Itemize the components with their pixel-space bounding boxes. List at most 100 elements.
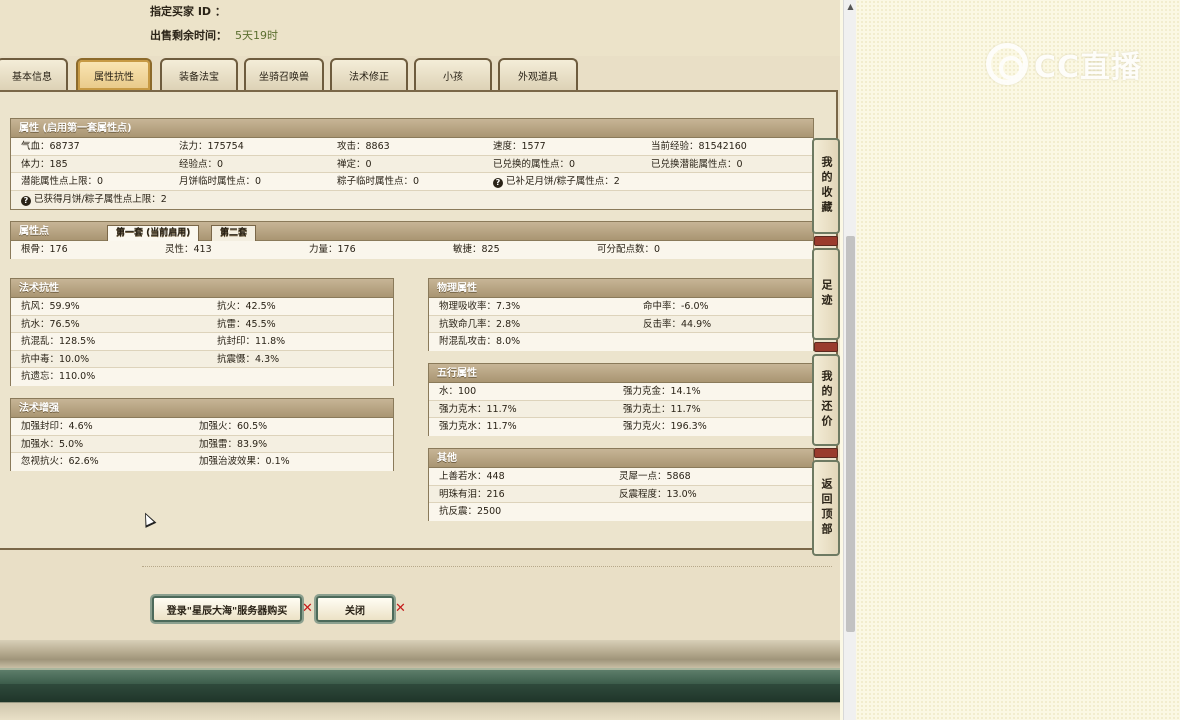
point-spirit: 灵性：413: [165, 244, 212, 255]
side-btn-footprints[interactable]: 足迹: [812, 248, 840, 340]
resist-value: 抗混乱：128.5%: [21, 336, 96, 347]
element-value: 水：100: [439, 386, 477, 397]
buyer-id-row: 指定买家 ID ：: [150, 3, 226, 19]
side-btn-label: 我的还价: [820, 370, 833, 430]
physical-value: 抗致命几率：2.8%: [439, 318, 521, 330]
boost-row: 忽视抗火：62.6% 加强治波效果：0.1%: [11, 453, 393, 471]
side-separator: [814, 342, 838, 352]
resist-row: 抗遗忘：110.0%: [11, 368, 393, 386]
tab-bar: 基本信息 属性抗性 装备法宝 坐骑召唤兽 法术修正 小孩 外观道具: [0, 58, 840, 90]
point-constitution: 根骨：176: [21, 244, 68, 255]
resist-row: 抗中毒：10.0% 抗震慑：4.3%: [11, 351, 393, 368]
remaining-time-label: 出售剩余时间：: [150, 29, 227, 42]
magic-boost-panel: 法术增强 加强封印：4.6% 加强火：60.5% 加强水：5.0% 加强雷：83.9…: [10, 398, 394, 471]
page-scrollbar[interactable]: ▲: [843, 0, 856, 720]
attr-row: 体力：185 经验点：0 禅定：0 已兑换的属性点：0 已兑换潜能属性点：0: [11, 156, 813, 173]
help-icon[interactable]: ?: [493, 178, 503, 188]
resist-value: 抗震慑：4.3%: [217, 353, 280, 365]
attr-hp: 气血：68737: [21, 141, 80, 152]
magic-resist-panel: 法术抗性 抗风：59.9% 抗火：42.5% 抗水：76.5% 抗雷：45.5% 抗…: [10, 278, 394, 386]
resist-row: 抗风：59.9% 抗火：42.5%: [11, 298, 393, 316]
other-row: 上善若水：448 灵犀一点：5868: [429, 468, 813, 486]
physical-value: 附混乱攻击：8.0%: [439, 336, 521, 347]
resist-row: 抗水：76.5% 抗雷：45.5%: [11, 316, 393, 333]
other-value: 上善若水：448: [439, 471, 505, 482]
attr-potential-limit: 潜能属性点上限：0: [21, 176, 104, 187]
resist-value: 抗中毒：10.0%: [21, 353, 90, 365]
attr-exchanged-potential: 已兑换潜能属性点：0: [651, 158, 743, 170]
tab-child[interactable]: 小孩: [414, 58, 492, 90]
attr-filled-points: 已补足月饼/粽子属性点：2: [506, 176, 620, 187]
resist-row: 抗混乱：128.5% 抗封印：11.8%: [11, 333, 393, 351]
other-value: 灵犀一点：5868: [619, 471, 691, 482]
tab-mounts-summons[interactable]: 坐骑召唤兽: [244, 58, 324, 90]
boost-row: 加强水：5.0% 加强雷：83.9%: [11, 436, 393, 453]
attr-mooncake-points: 月饼临时属性点：0: [179, 176, 262, 187]
attr-mp: 法力：175754: [179, 141, 244, 152]
side-btn-label: 返回顶部: [820, 478, 833, 538]
element-row: 水：100 强力克金：14.1%: [429, 383, 813, 401]
attr-row: 潜能属性点上限：0 月饼临时属性点：0 粽子临时属性点：0 ? 已补足月饼/粽子属…: [11, 173, 813, 191]
scroll-thumb[interactable]: [846, 236, 855, 632]
tab-attributes-resistance[interactable]: 属性抗性: [76, 58, 152, 90]
watermark: CC直播: [986, 42, 1146, 86]
close-button[interactable]: 关闭: [316, 596, 394, 622]
resist-value: 抗雷：45.5%: [217, 318, 276, 330]
side-btn-my-bids[interactable]: 我的还价: [812, 354, 840, 446]
resist-value: 抗火：42.5%: [217, 301, 276, 312]
attr-points-header: 属性点 第一套 (当前启用) 第二套: [11, 222, 813, 241]
resist-value: 抗风：59.9%: [21, 301, 80, 312]
physical-value: 反击率：44.9%: [643, 318, 712, 330]
resist-value: 抗封印：11.8%: [217, 336, 286, 347]
element-row: 强力克水：11.7% 强力克火：196.3%: [429, 418, 813, 436]
attr-obtained-limit: 已获得月饼/粽子属性点上限：2: [34, 193, 167, 205]
watermark-text: CC直播: [1034, 50, 1143, 85]
attr-attack: 攻击：8863: [337, 141, 390, 152]
boost-value: 加强水：5.0%: [21, 438, 84, 450]
side-separator: [814, 448, 838, 458]
other-value: 明珠有泪：216: [439, 488, 505, 500]
attr-exp-points: 经验点：0: [179, 158, 224, 170]
boost-value: 加强治波效果：0.1%: [199, 456, 290, 467]
other-row: 抗反震：2500: [429, 503, 813, 521]
tab-appearance-items[interactable]: 外观道具: [498, 58, 578, 90]
attr-zongzi-points: 粽子临时属性点：0: [337, 176, 420, 187]
tab-basic-info[interactable]: 基本信息: [0, 58, 68, 90]
attributes-title: 属性 (启用第一套属性点): [11, 119, 813, 138]
cc-logo-icon: [986, 43, 1028, 85]
side-btn-favorites[interactable]: 我的收藏: [812, 138, 840, 234]
resist-value: 抗遗忘：110.0%: [21, 371, 96, 382]
tab-equipment[interactable]: 装备法宝: [160, 58, 238, 90]
attr-points-title: 属性点: [19, 226, 49, 237]
point-unallocated: 可分配点数：0: [597, 244, 661, 255]
other-title: 其他: [429, 449, 813, 468]
element-value: 强力克水：11.7%: [439, 421, 517, 432]
help-icon[interactable]: ?: [21, 195, 31, 206]
five-elements-title: 五行属性: [429, 364, 813, 383]
divider: [142, 566, 832, 567]
side-btn-label: 足迹: [820, 279, 833, 309]
login-server-buy-button[interactable]: 登录"星辰大海"服务器购买: [152, 596, 302, 622]
tab-spell-correction[interactable]: 法术修正: [330, 58, 408, 90]
attributes-panel: 属性 (启用第一套属性点) 气血：68737 法力：175754 攻击：8863…: [10, 118, 814, 210]
side-separator: [814, 236, 838, 246]
side-btn-label: 我的收藏: [820, 156, 833, 216]
buyer-id-label: 指定买家 ID ：: [150, 5, 226, 18]
game-window: 指定买家 ID ： 出售剩余时间： 5天19时 基本信息 属性抗性 装备法宝 坐骑…: [0, 0, 840, 720]
point-agility: 敏捷：825: [453, 244, 500, 255]
side-btn-back-to-top[interactable]: 返回顶部: [812, 460, 840, 556]
boost-value: 加强火：60.5%: [199, 421, 268, 432]
magic-boost-title: 法术增强: [11, 399, 393, 418]
physical-row: 物理吸收率：7.3% 命中率：-6.0%: [429, 298, 813, 316]
remaining-time-value: 5天19时: [235, 29, 278, 42]
right-background: CC直播: [856, 0, 1180, 720]
boost-value: 加强雷：83.9%: [199, 438, 268, 450]
footer-decoration: [0, 684, 840, 720]
subtab-first-set[interactable]: 第一套 (当前启用): [107, 225, 200, 241]
attr-row: 气血：68737 法力：175754 攻击：8863 速度：1577 当前经验：…: [11, 138, 813, 156]
other-value: 抗反震：2500: [439, 506, 502, 517]
subtab-second-set[interactable]: 第二套: [211, 225, 257, 241]
magic-resist-title: 法术抗性: [11, 279, 393, 298]
element-value: 强力克火：196.3%: [623, 421, 707, 432]
remaining-time-row: 出售剩余时间： 5天19时: [150, 27, 278, 43]
